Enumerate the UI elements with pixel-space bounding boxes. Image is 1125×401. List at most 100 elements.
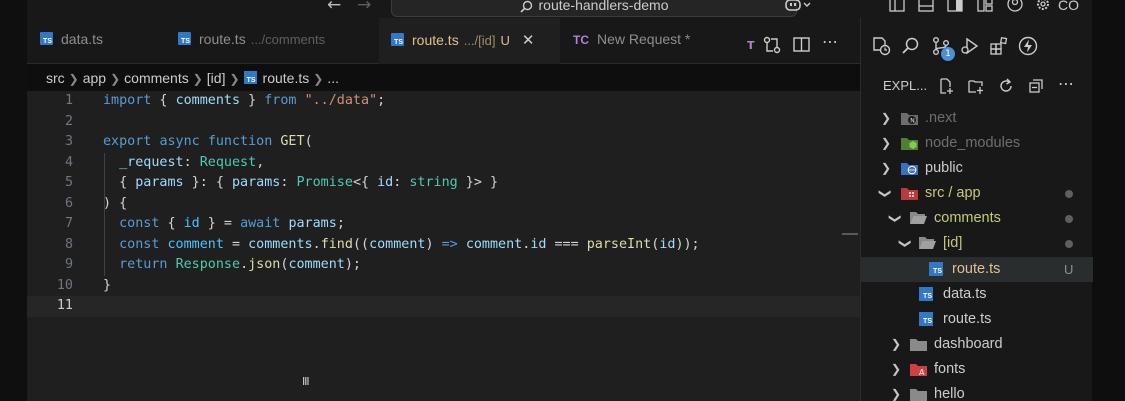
tree-folder-src-app[interactable]: ❯ src / app <box>861 181 1093 206</box>
close-icon[interactable]: ✕ <box>522 32 535 49</box>
chevron-right-icon: ❯ <box>891 362 902 376</box>
tree-item-label: src / app <box>925 185 981 201</box>
forward-arrow-icon[interactable]: → <box>357 0 371 14</box>
search-icon[interactable] <box>901 36 921 56</box>
customize-layout-icon[interactable] <box>977 0 993 12</box>
code-text: export async function GET( <box>103 134 313 149</box>
tree-folder-fonts[interactable]: ❯ A fonts <box>861 357 1093 382</box>
command-center-search[interactable]: route-handlers-demo <box>391 0 797 17</box>
tree-item-label: comments <box>934 210 1001 226</box>
explorer-title: EXPL... <box>883 78 928 93</box>
copilot-icon[interactable] <box>785 0 813 12</box>
untracked-badge: U <box>1064 262 1074 277</box>
toggle-panel-icon[interactable] <box>918 0 934 12</box>
tree-folder-dashboard[interactable]: ❯ dashboard <box>861 332 1093 357</box>
text-cursor-icon: Ⅲ <box>302 375 310 388</box>
tree-folder-id[interactable]: ❯ [id] <box>861 231 1093 256</box>
refresh-icon[interactable] <box>998 78 1014 94</box>
tree-item-label: route.ts <box>952 261 1001 277</box>
code-line[interactable]: 10} <box>27 276 860 297</box>
tab-new-request[interactable]: TC New Request * <box>573 31 690 64</box>
modified-dot <box>1065 240 1073 248</box>
chevron-down-icon: ❯ <box>898 238 913 249</box>
source-control-compare-icon[interactable] <box>763 36 781 54</box>
new-folder-icon[interactable] <box>968 78 984 94</box>
breadcrumb-file[interactable]: route.ts <box>263 70 310 86</box>
search-text: route-handlers-demo <box>538 0 669 13</box>
tree-item-label: dashboard <box>934 336 1003 352</box>
code-text: const comment = comments.find((comment) … <box>119 236 700 252</box>
sidebar-activity-bar: 1 <box>861 18 1093 72</box>
code-editor[interactable]: 1 import { comments } from "../data"; 2 3… <box>27 91 860 401</box>
tree-file-data-ts[interactable]: TS data.ts <box>861 282 1093 307</box>
tree-item-label: fonts <box>934 361 966 377</box>
breadcrumb-segment[interactable]: comments <box>124 70 189 86</box>
scrollbar-marker[interactable] <box>842 233 858 235</box>
tab-t-indicator[interactable]: T <box>747 39 755 57</box>
folder-open-icon <box>910 212 927 224</box>
tree-folder-comments[interactable]: ❯ comments <box>861 206 1093 231</box>
split-editor-icon[interactable] <box>793 36 811 54</box>
collapse-all-icon[interactable] <box>1028 78 1044 94</box>
svg-text:N: N <box>910 118 915 125</box>
new-file-icon[interactable] <box>938 78 954 94</box>
toggle-secondary-sidebar-icon[interactable] <box>947 0 963 12</box>
more-actions-icon[interactable]: ⋯ <box>1058 74 1074 93</box>
tab-data-ts[interactable]: TS data.ts <box>40 31 103 64</box>
code-line[interactable]: 5 { params }: { params: Promise<{ id: st… <box>27 173 860 194</box>
tree-folder-public[interactable]: ❯ public <box>861 156 1093 181</box>
typescript-icon: TS <box>919 287 936 301</box>
thunder-client-icon: TC <box>573 33 589 47</box>
more-actions-icon[interactable]: ⋯ <box>822 32 838 51</box>
breadcrumb-segment[interactable]: [id] <box>207 70 226 86</box>
folder-open-icon <box>919 237 936 249</box>
line-number: 8 <box>64 236 73 252</box>
thunder-client-icon[interactable] <box>1018 36 1038 56</box>
explorer-files-icon[interactable] <box>871 36 891 56</box>
code-line[interactable]: 4 _request: Request, <box>27 153 860 174</box>
breadcrumb-segment[interactable]: app <box>83 70 106 86</box>
back-arrow-icon[interactable]: ← <box>327 0 341 14</box>
tab-label: route.ts <box>412 32 459 48</box>
tree-item-label: route.ts <box>943 311 992 327</box>
fonts-folder-icon: A <box>910 364 927 376</box>
code-line-current[interactable]: 11 <box>27 296 860 317</box>
code-line[interactable]: 1 import { comments } from "../data"; <box>27 91 860 112</box>
right-gutter <box>1092 0 1125 401</box>
tab-id-route-ts[interactable]: TS route.ts .../[id] U ✕ <box>379 18 560 64</box>
tab-comments-route-ts[interactable]: TS route.ts .../comments <box>178 31 325 64</box>
tree-file-route-ts-selected[interactable]: TS route.ts U <box>861 257 1093 282</box>
breadcrumb-segment[interactable]: src <box>46 70 65 86</box>
account-icon[interactable] <box>1007 0 1023 12</box>
tree-file-route-ts[interactable]: TS route.ts <box>861 307 1093 332</box>
tab-label: route.ts <box>199 31 246 47</box>
tree-folder-next[interactable]: ❯ N .next <box>861 106 1093 131</box>
typescript-icon: TS <box>178 32 191 45</box>
tree-item-label: [id] <box>943 235 963 251</box>
code-text: return Response.json(comment); <box>119 257 361 272</box>
chevron-down-icon: ❯ <box>888 213 903 224</box>
chevron-right-icon: ❯ <box>192 72 203 86</box>
typescript-icon: TS <box>243 71 257 84</box>
run-debug-icon[interactable] <box>960 36 980 56</box>
code-line[interactable]: 3 export async function GET( <box>27 132 860 153</box>
settings-gear-icon[interactable] <box>1035 0 1051 12</box>
code-text: { params }: { params: Promise<{ id: stri… <box>103 175 499 190</box>
code-line[interactable]: 7 const { id } = await params; <box>27 214 860 235</box>
code-text: ) { <box>103 195 128 211</box>
chevron-right-icon: ❯ <box>68 72 79 86</box>
tree-item-label: data.ts <box>943 286 987 302</box>
account-initials[interactable]: CO <box>1058 0 1079 13</box>
breadcrumb-symbols[interactable]: ... <box>327 70 339 86</box>
code-line[interactable]: 6) { <box>27 194 860 215</box>
code-line[interactable]: 9 return Response.json(comment); <box>27 255 860 276</box>
line-number: 3 <box>64 134 73 149</box>
code-line[interactable]: 8 const comment = comments.find((comment… <box>27 235 860 256</box>
tree-folder-hello[interactable]: ❯ hello <box>861 382 1093 401</box>
code-line[interactable]: 2 <box>27 112 860 133</box>
extensions-icon[interactable] <box>989 36 1009 56</box>
toggle-primary-sidebar-icon[interactable] <box>889 0 905 12</box>
typescript-icon: TS <box>919 312 936 326</box>
tree-folder-node-modules[interactable]: ❯ node_modules <box>861 131 1093 156</box>
chevron-right-icon: ❯ <box>881 136 892 150</box>
